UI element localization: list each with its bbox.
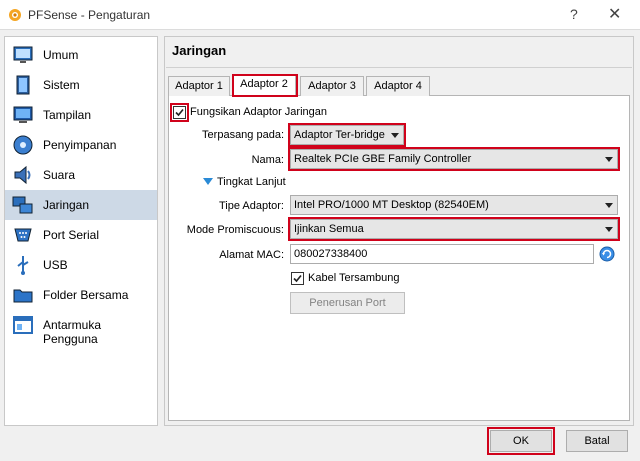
enable-adapter-label: Fungsikan Adaptor Jaringan (190, 106, 327, 118)
sidebar-item-label: Jaringan (43, 198, 90, 212)
sidebar-item-label: Umum (43, 48, 79, 62)
tab-adaptor-1[interactable]: Adaptor 1 (168, 76, 230, 96)
chevron-down-icon[interactable] (203, 178, 213, 186)
refresh-icon[interactable] (599, 246, 615, 262)
settings-sidebar: Umum Sistem Tampilan Penyimpanan Suara J… (4, 36, 158, 426)
close-button[interactable]: ✕ (608, 4, 621, 24)
divider (166, 67, 632, 68)
adapter-type-label: Tipe Adaptor: (218, 200, 284, 212)
sidebar-item-antarmuka-pengguna[interactable]: Antarmuka Pengguna (5, 310, 157, 346)
cancel-button[interactable]: Batal (566, 430, 628, 452)
window-title: PFSense - Pengaturan (28, 8, 151, 22)
checkmark-icon (293, 274, 302, 283)
disk-icon (13, 135, 33, 155)
sidebar-item-penyimpanan[interactable]: Penyimpanan (5, 130, 157, 160)
advanced-toggle[interactable]: Tingkat Lanjut (217, 176, 286, 188)
serial-port-icon (14, 228, 32, 242)
name-label: Nama: (251, 154, 284, 166)
adapter-type-select[interactable]: Intel PRO/1000 MT Desktop (82540EM) (290, 195, 618, 215)
monitor-icon (13, 46, 33, 63)
port-forwarding-button[interactable]: Penerusan Port (290, 292, 405, 314)
tab-adaptor-2[interactable]: Adaptor 2 (232, 74, 296, 96)
cable-connected-label: Kabel Tersambung (308, 272, 400, 284)
ui-icon (13, 316, 33, 334)
sidebar-item-label: Suara (43, 168, 76, 182)
sidebar-item-label: Antarmuka Pengguna (43, 318, 102, 346)
mac-label: Alamat MAC: (219, 249, 284, 261)
ok-button[interactable]: OK (490, 430, 552, 452)
promiscuous-select[interactable]: Ijinkan Semua (290, 219, 618, 239)
sidebar-item-folder-bersama[interactable]: Folder Bersama (5, 280, 157, 310)
title-bar: PFSense - Pengaturan ? ✕ (0, 0, 640, 30)
name-value: Realtek PCIe GBE Family Controller (294, 153, 472, 165)
tab-adaptor-4[interactable]: Adaptor 4 (366, 76, 430, 96)
sidebar-item-label: USB (43, 258, 68, 272)
folder-icon (13, 289, 33, 303)
adapter-type-value: Intel PRO/1000 MT Desktop (82540EM) (294, 199, 489, 211)
sidebar-item-umum[interactable]: Umum (5, 40, 157, 70)
page-title: Jaringan (172, 43, 227, 58)
sidebar-item-label: Tampilan (43, 108, 92, 122)
network-icon (12, 196, 33, 214)
chip-icon (16, 75, 30, 95)
display-icon (13, 106, 33, 123)
sidebar-item-label: Folder Bersama (43, 288, 129, 302)
chevron-down-icon (605, 227, 613, 232)
sidebar-item-label: Sistem (43, 78, 80, 92)
tab-adaptor-3[interactable]: Adaptor 3 (300, 76, 364, 96)
promiscuous-value: Ijinkan Semua (294, 223, 364, 235)
speaker-icon (14, 165, 31, 185)
sidebar-item-sistem[interactable]: Sistem (5, 70, 157, 100)
chevron-down-icon (391, 133, 399, 138)
gear-icon (9, 9, 21, 21)
cable-connected-checkbox[interactable] (291, 272, 304, 285)
sidebar-item-label: Port Serial (43, 228, 100, 242)
attached-to-select[interactable]: Adaptor Ter-bridge (290, 125, 404, 145)
sidebar-item-port-serial[interactable]: Port Serial (5, 220, 157, 250)
sidebar-item-usb[interactable]: USB (5, 250, 157, 280)
checkmark-icon (175, 108, 184, 117)
name-select[interactable]: Realtek PCIe GBE Family Controller (290, 149, 618, 169)
enable-adapter-checkbox[interactable] (173, 106, 186, 119)
promiscuous-label: Mode Promiscuous: (186, 224, 284, 236)
chevron-down-icon (605, 203, 613, 208)
attached-to-value: Adaptor Ter-bridge (294, 129, 385, 141)
sidebar-item-tampilan[interactable]: Tampilan (5, 100, 157, 130)
sidebar-item-label: Penyimpanan (43, 138, 117, 152)
sidebar-item-suara[interactable]: Suara (5, 160, 157, 190)
chevron-down-icon (605, 157, 613, 162)
mac-address-input[interactable]: 080027338400 (290, 244, 594, 264)
usb-icon (17, 256, 29, 275)
help-button[interactable]: ? (570, 6, 578, 22)
attached-to-label: Terpasang pada: (202, 129, 284, 141)
sidebar-item-jaringan[interactable]: Jaringan (5, 190, 157, 220)
